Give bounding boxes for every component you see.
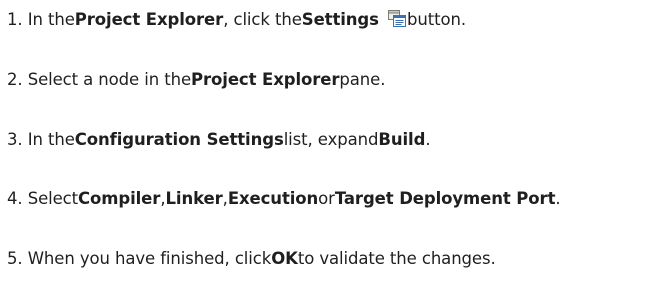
ui-term-linker: Linker <box>165 189 223 208</box>
step-text: or <box>318 189 335 208</box>
step-text: , click the <box>223 10 302 29</box>
step-text: button. <box>407 10 466 29</box>
step-text: Select <box>27 189 79 208</box>
ui-term-project-explorer: Project Explorer <box>191 70 340 89</box>
step-number: 5. <box>7 249 23 268</box>
step-1: 1. In theProject Explorer, click theSett… <box>7 5 466 35</box>
step-text: list, expand <box>283 130 379 149</box>
step-text: . <box>555 189 561 208</box>
step-3: 3. In theConfiguration Settingslist, exp… <box>7 125 431 155</box>
step-5: 5. When you have finished, clickOKto val… <box>7 244 496 274</box>
step-4: 4. SelectCompiler,Linker,ExecutionorTarg… <box>7 184 561 214</box>
ui-term-build: Build <box>378 130 426 149</box>
ui-term-execution: Execution <box>227 189 319 208</box>
step-number: 1. <box>7 10 23 29</box>
ui-term-compiler: Compiler <box>78 189 161 208</box>
ui-term-configuration-settings: Configuration Settings <box>74 130 284 149</box>
step-text: to validate the changes. <box>297 249 496 268</box>
step-text: In the <box>27 130 75 149</box>
step-text: pane. <box>339 70 386 89</box>
step-text: Select a node in the <box>27 70 191 89</box>
step-text: . <box>425 130 431 149</box>
ui-term-ok: OK <box>271 249 298 268</box>
step-2: 2. Select a node in theProject Explorerp… <box>7 65 385 95</box>
settings-icon <box>388 10 407 27</box>
step-number: 2. <box>7 70 23 89</box>
step-text: When you have finished, click <box>27 249 272 268</box>
ui-term-settings: Settings <box>301 10 379 29</box>
ui-term-project-explorer: Project Explorer <box>74 10 224 29</box>
ui-term-target-deployment-port: Target Deployment Port <box>334 189 556 208</box>
step-number: 3. <box>7 130 23 149</box>
step-number: 4. <box>7 189 23 208</box>
step-text: In the <box>27 10 75 29</box>
